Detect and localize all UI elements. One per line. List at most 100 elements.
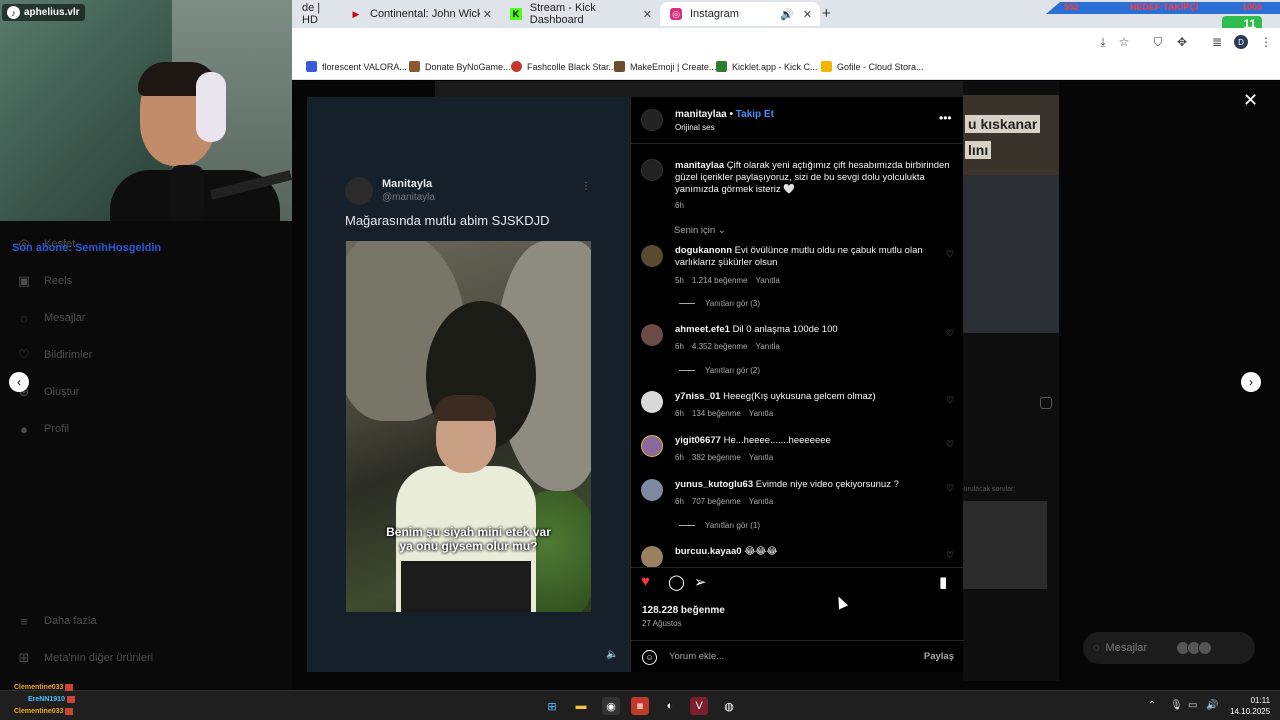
comment-avatar[interactable]	[641, 546, 663, 568]
comment-text: burcuu.kayaa0 😂😂😂	[675, 546, 778, 557]
previous-post-button[interactable]: ‹	[9, 372, 29, 392]
instagram-icon: ◎	[670, 8, 682, 20]
comment-avatar[interactable]	[641, 435, 663, 457]
system-clock[interactable]: 01:11 14.10.2025	[1230, 695, 1270, 717]
emoji-icon[interactable]: ☺	[642, 650, 657, 665]
post-comment-button[interactable]: Paylaş	[924, 651, 954, 662]
view-replies[interactable]: Yanıtları gör (1)	[679, 521, 760, 530]
tweet-handle: @manitayla	[382, 192, 435, 203]
post-media[interactable]: Manitayla @manitayla ⋮ Mağarasında mutlu…	[307, 97, 630, 672]
shield-icon[interactable]: ⛉	[1150, 34, 1166, 50]
speaker-icon[interactable]: 🔊	[780, 8, 794, 21]
bookmark-item[interactable]: Fashcolle Black Star...	[511, 61, 616, 72]
comment-avatar[interactable]	[641, 245, 663, 267]
author-avatar[interactable]	[641, 109, 663, 131]
extensions-icon[interactable]: ✥	[1174, 34, 1190, 50]
close-tab-icon[interactable]: ✕	[483, 8, 492, 21]
install-app-icon[interactable]: ⤓	[1095, 34, 1111, 50]
bookmark-item[interactable]: florescent VALORA...	[306, 61, 407, 72]
like-comment-icon[interactable]: ♡	[946, 439, 954, 450]
bookmark-favicon-icon	[614, 61, 625, 72]
comment-avatar[interactable]	[641, 391, 663, 413]
like-heart-icon[interactable]: ♥	[641, 573, 650, 590]
messenger-icon: ◌	[1093, 642, 1100, 654]
author-username[interactable]: manitaylaa	[675, 109, 727, 120]
comment-input[interactable]: Yorum ekle...	[669, 651, 724, 662]
post-caption: manitaylaa Çift olarak yeni açtığımız çi…	[675, 160, 950, 196]
file-explorer-icon[interactable]: ▬	[572, 697, 590, 715]
sidebar-item-reels[interactable]: ▣ Reels	[16, 273, 72, 289]
message-avatars	[1176, 641, 1213, 655]
tab-hd[interactable]: de | HD	[292, 2, 332, 26]
sidebar-item-messages[interactable]: ◌ Mesajlar	[16, 310, 85, 326]
close-tab-icon[interactable]: ✕	[803, 8, 812, 21]
windows-taskbar: ⊞ ▬ ◉ ▦ ◐ V ◍ ⌃ 🎙 ▭ 🔊 01:11 14.10.2025	[0, 690, 1280, 720]
menu-kebab-icon[interactable]: ⋮	[1258, 34, 1274, 50]
menu-icon: ≡	[20, 613, 28, 629]
add-comment-bar: ☺ Yorum ekle... Paylaş	[631, 640, 964, 672]
bookmark-favicon-icon	[821, 61, 832, 72]
bookmark-item[interactable]: Kicklet.app - Kick C...	[716, 61, 818, 72]
more-icon: ⋮	[581, 181, 591, 192]
view-replies[interactable]: Yanıtları gör (2)	[679, 366, 760, 375]
share-icon[interactable]: ➢	[694, 573, 707, 591]
profile-avatar[interactable]: D	[1234, 35, 1248, 49]
streamer-name-tag: ♪ aphelius.vlr	[2, 4, 85, 21]
bookmark-icon[interactable]: ▮	[939, 573, 947, 591]
tab-kick-dashboard[interactable]: K Stream - Kick Dashboard ✕	[500, 2, 660, 26]
volume-icon[interactable]: 🔈	[606, 649, 618, 660]
tab-label: Instagram	[690, 8, 739, 20]
chrome-icon[interactable]: ◉	[602, 697, 620, 715]
more-options-icon[interactable]: •••	[939, 111, 952, 125]
sidebar-more[interactable]: ≡ Daha fazla	[16, 613, 96, 629]
comment-avatar[interactable]	[641, 324, 663, 346]
bookmark-star-icon[interactable]: ☆	[1116, 34, 1132, 50]
valorant-icon[interactable]: V	[690, 697, 708, 715]
audio-label[interactable]: Orijinal ses	[675, 123, 715, 132]
sidebar-item-label: Profil	[44, 423, 70, 435]
like-comment-icon[interactable]: ♡	[946, 483, 954, 494]
reels-icon: ▣	[17, 273, 31, 288]
sidebar-meta-products[interactable]: ⊞ Meta'nın diğer ürünleri	[16, 650, 154, 666]
like-comment-icon[interactable]: ♡	[946, 395, 954, 406]
sidebar-item-notifications[interactable]: ♡ Bildirimler	[16, 347, 92, 363]
caption-avatar[interactable]	[641, 159, 663, 181]
network-icon[interactable]: ▭	[1188, 700, 1197, 711]
comment-avatar[interactable]	[641, 479, 663, 501]
app-icon[interactable]: ▦	[631, 697, 649, 715]
close-tab-icon[interactable]: ✕	[643, 8, 652, 21]
caption-username[interactable]: manitaylaa	[675, 160, 724, 171]
grid-icon: ⊞	[18, 650, 30, 665]
close-icon[interactable]: ✕	[1243, 90, 1258, 111]
sidebar-meta-label: Meta'nın diğer ürünleri	[44, 652, 154, 664]
like-comment-icon[interactable]: ♡	[946, 550, 954, 561]
follow-button[interactable]: Takip Et	[736, 109, 774, 120]
likes-count[interactable]: 128.228 beğenme	[642, 605, 725, 616]
tab-continental[interactable]: ▶ Continental: John Wick Dünyası ✕	[340, 2, 500, 26]
next-post-button[interactable]: ›	[1241, 372, 1261, 392]
microphone-icon[interactable]: 🎙	[1170, 700, 1183, 711]
steam-icon[interactable]: ◐	[661, 697, 679, 715]
riot-client-icon[interactable]: ◍	[720, 697, 738, 715]
chat-line: Clementine033	[14, 708, 74, 715]
windows-start-icon[interactable]: ⊞	[543, 697, 561, 715]
tray-overflow-icon[interactable]: ⌃	[1148, 700, 1156, 711]
volume-tray-icon[interactable]: 🔊	[1206, 700, 1218, 711]
bookmark-favicon-icon	[716, 61, 727, 72]
messages-pill[interactable]: ◌ Mesajlar	[1083, 632, 1255, 664]
sidebar-item-label: Bildirimler	[44, 349, 93, 361]
chevron-right-icon: ›	[1249, 375, 1253, 389]
sort-dropdown[interactable]: Senin için ⌄	[674, 225, 726, 236]
tab-instagram[interactable]: ◎ Instagram 🔊 ✕	[660, 2, 820, 26]
bookmark-item[interactable]: Gofile - Cloud Stora...	[821, 61, 924, 72]
like-comment-icon[interactable]: ♡	[946, 249, 954, 260]
comment-icon[interactable]: ◯	[668, 573, 685, 591]
view-replies[interactable]: Yanıtları gör (3)	[679, 299, 760, 308]
media-controls-icon[interactable]: ≣	[1209, 34, 1225, 50]
new-tab-icon[interactable]: +	[822, 5, 831, 22]
bookmark-item[interactable]: Donate ByNoGame...	[409, 61, 511, 72]
bookmark-item[interactable]: MakeEmoji | Create...	[614, 61, 716, 72]
background-thumbnail: u kıskanar lını	[963, 95, 1059, 175]
sidebar-item-profile[interactable]: ● Profil	[16, 421, 69, 437]
like-comment-icon[interactable]: ♡	[946, 328, 954, 339]
